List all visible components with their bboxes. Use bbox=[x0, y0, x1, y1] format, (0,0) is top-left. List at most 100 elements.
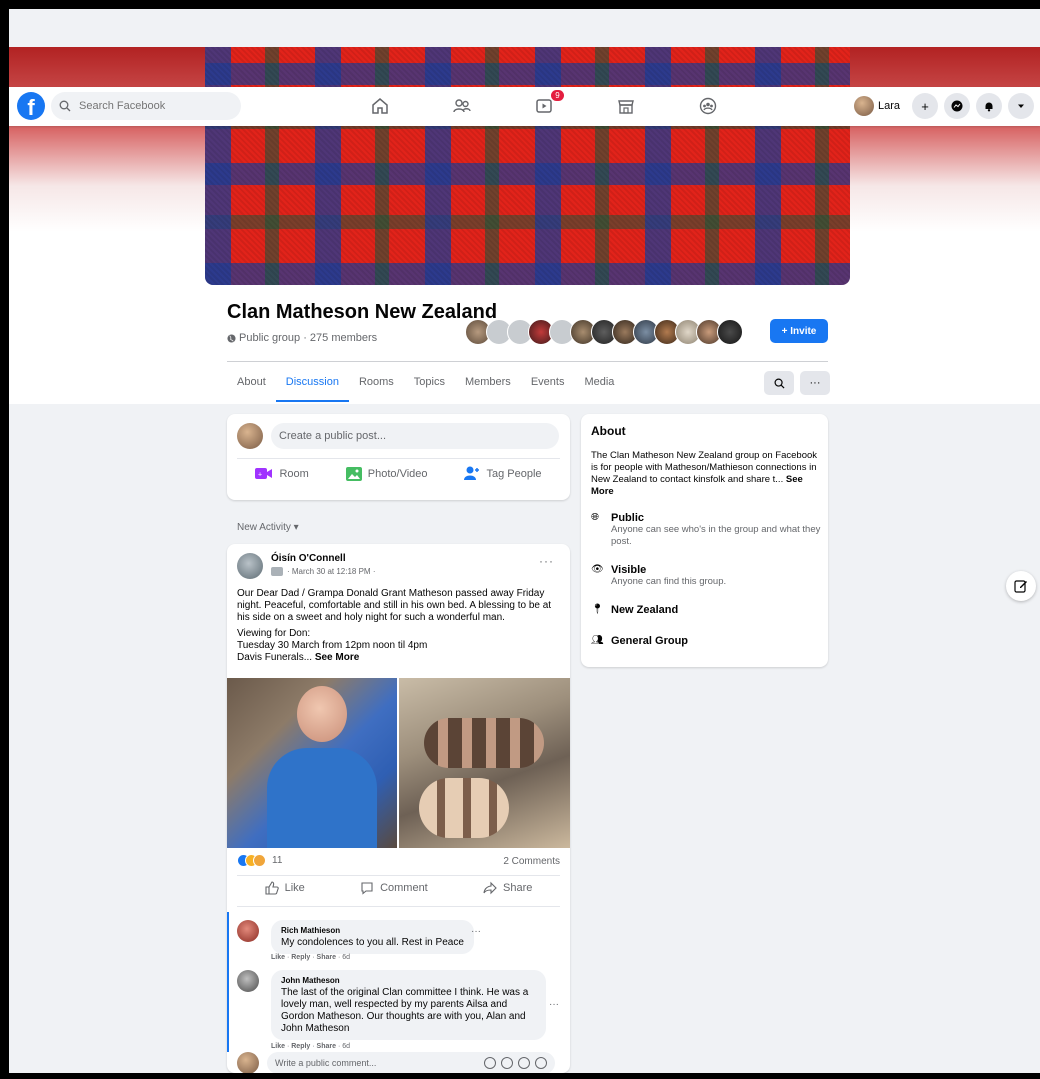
top-navbar: f 9 Lara bbox=[9, 87, 1040, 126]
tab-members[interactable]: Members bbox=[455, 364, 521, 402]
write-comment-row: Write a public comment... bbox=[237, 1052, 555, 1073]
group-title[interactable]: Clan Matheson New Zealand bbox=[227, 301, 497, 324]
svg-text:+: + bbox=[258, 472, 262, 479]
reaction-count: 11 bbox=[272, 855, 283, 866]
tab-tools: ··· bbox=[758, 371, 830, 395]
account-nav: Lara + bbox=[852, 93, 1040, 119]
post-options-button[interactable]: ··· bbox=[539, 554, 554, 568]
invite-button[interactable]: + Invite bbox=[770, 319, 828, 343]
feed-sort-dropdown[interactable]: New Activity ▾ bbox=[237, 522, 299, 533]
write-comment-input[interactable]: Write a public comment... bbox=[267, 1052, 555, 1073]
privacy-title: Public bbox=[611, 512, 645, 524]
avatar bbox=[853, 96, 874, 116]
comment-reply-link[interactable]: Reply bbox=[291, 954, 310, 961]
post-divider bbox=[237, 906, 560, 907]
tab-rooms[interactable]: Rooms bbox=[349, 364, 404, 402]
see-more-link[interactable]: See More bbox=[315, 652, 359, 663]
notifications-button[interactable] bbox=[976, 93, 1002, 119]
post-text: Our Dear Dad / Grampa Donald Grant Mathe… bbox=[237, 588, 552, 623]
nav-home[interactable] bbox=[339, 91, 421, 121]
group-more-button[interactable]: ··· bbox=[800, 371, 830, 395]
nav-groups[interactable] bbox=[667, 91, 749, 121]
cover-photo[interactable] bbox=[205, 47, 850, 285]
search-icon bbox=[774, 378, 785, 389]
visibility-info: Visible Anyone can find this group. bbox=[611, 564, 726, 588]
avatar[interactable] bbox=[237, 970, 259, 992]
home-icon bbox=[372, 98, 388, 114]
top-band bbox=[9, 9, 1040, 47]
reaction-summary[interactable]: 11 bbox=[237, 854, 282, 867]
comment-label: Comment bbox=[380, 882, 428, 894]
comment-options-button[interactable]: ··· bbox=[549, 999, 559, 1010]
post-actions: Like Comment Share bbox=[237, 881, 560, 895]
emoji-icon[interactable] bbox=[484, 1057, 496, 1069]
post-photos bbox=[227, 678, 570, 848]
marketplace-icon bbox=[618, 100, 634, 114]
post-photo[interactable] bbox=[399, 678, 570, 848]
tab-discussion[interactable]: Discussion bbox=[275, 364, 349, 402]
watch-icon bbox=[536, 99, 552, 113]
comment-button[interactable]: Comment bbox=[360, 881, 428, 895]
avatar bbox=[237, 1052, 259, 1073]
group-meta-text[interactable]: Public group · 275 members bbox=[239, 332, 377, 344]
gif-icon[interactable] bbox=[518, 1057, 530, 1069]
comment-thread-line bbox=[227, 912, 229, 1052]
main-nav: 9 bbox=[339, 90, 749, 121]
member-avatar bbox=[717, 319, 743, 345]
globe-icon: 🌐︎ bbox=[591, 512, 599, 523]
tag-people-button[interactable]: Tag People bbox=[464, 466, 542, 481]
member-avatars[interactable] bbox=[465, 319, 743, 345]
sticker-icon[interactable] bbox=[535, 1057, 547, 1069]
photo-video-button[interactable]: Photo/Video bbox=[345, 466, 428, 481]
messenger-icon bbox=[951, 100, 963, 112]
avatar[interactable] bbox=[237, 920, 259, 942]
tab-topics[interactable]: Topics bbox=[404, 364, 455, 402]
share-button[interactable]: Share bbox=[483, 881, 532, 895]
photo-video-label: Photo/Video bbox=[367, 467, 428, 480]
like-button[interactable]: Like bbox=[265, 881, 305, 895]
profile-shortcut[interactable]: Lara bbox=[852, 93, 906, 119]
create-button[interactable]: + bbox=[912, 93, 938, 119]
comment-options-button[interactable]: ··· bbox=[471, 926, 481, 937]
post-author[interactable]: Óisín O'Connell bbox=[271, 553, 346, 564]
group-type-row: 👥︎ General Group bbox=[591, 635, 688, 647]
comments-count[interactable]: 2 Comments bbox=[503, 856, 560, 867]
avatar[interactable] bbox=[237, 553, 263, 579]
account-menu-button[interactable] bbox=[1008, 93, 1034, 119]
post-timestamp[interactable]: · March 30 at 12:18 PM · bbox=[287, 567, 375, 576]
post-text-truncated: Davis Funerals... See More bbox=[237, 652, 562, 664]
care-reaction-icon bbox=[253, 854, 266, 867]
messenger-button[interactable] bbox=[944, 93, 970, 119]
feed-post: Óisín O'Connell · March 30 at 12:18 PM ·… bbox=[227, 544, 570, 1073]
create-post-input[interactable]: Create a public post... bbox=[271, 423, 559, 449]
nav-friends[interactable] bbox=[421, 91, 503, 121]
tab-media[interactable]: Media bbox=[574, 364, 624, 402]
search-box[interactable] bbox=[51, 92, 241, 120]
post-photo[interactable] bbox=[227, 678, 397, 848]
location-pin-icon: 📍︎ bbox=[591, 604, 604, 615]
comment-author[interactable]: John Matheson bbox=[281, 975, 536, 987]
comment-bubble: John Matheson The last of the original C… bbox=[271, 970, 546, 1040]
tag-people-icon bbox=[464, 466, 480, 480]
comment-share-link[interactable]: Share bbox=[317, 954, 336, 961]
visibility-row: 👁︎ Visible Anyone can find this group. bbox=[591, 564, 726, 588]
comment-share-link[interactable]: Share bbox=[317, 1043, 336, 1050]
nav-watch[interactable]: 9 bbox=[503, 90, 585, 121]
comment-like-link[interactable]: Like bbox=[271, 954, 285, 961]
tab-events[interactable]: Events bbox=[521, 364, 575, 402]
search-input[interactable] bbox=[77, 99, 231, 113]
facebook-logo[interactable]: f bbox=[17, 92, 45, 120]
camera-icon[interactable] bbox=[501, 1057, 513, 1069]
nav-marketplace[interactable] bbox=[585, 91, 667, 121]
comment-author[interactable]: Rich Mathieson bbox=[281, 925, 464, 937]
group-thumbnail-icon bbox=[271, 567, 283, 576]
comment-icon bbox=[361, 882, 373, 895]
comment: Rich Mathieson My condolences to you all… bbox=[237, 920, 474, 954]
comment-reply-link[interactable]: Reply bbox=[291, 1043, 310, 1050]
comment-like-link[interactable]: Like bbox=[271, 1043, 285, 1050]
tab-about[interactable]: About bbox=[227, 364, 276, 402]
group-search-button[interactable] bbox=[764, 371, 794, 395]
location-text[interactable]: New Zealand bbox=[611, 604, 678, 616]
room-button[interactable]: + Room bbox=[255, 466, 309, 481]
new-message-button[interactable] bbox=[1006, 571, 1036, 601]
